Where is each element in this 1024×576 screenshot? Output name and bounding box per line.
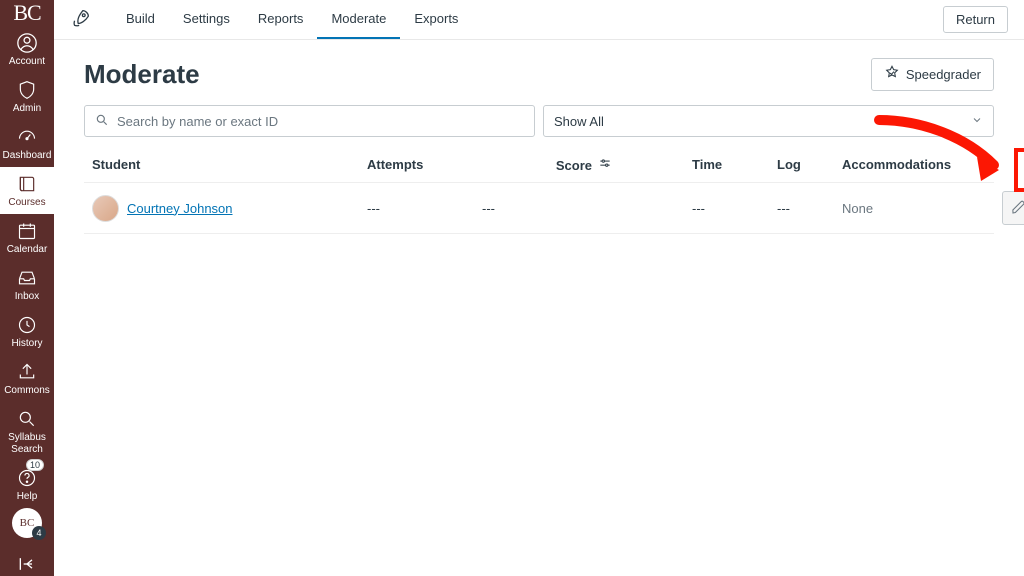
global-sidebar: BC Account Admin Dashboard Courses Calen…: [0, 0, 54, 576]
user-circle-icon: [15, 31, 39, 55]
chevron-down-icon: [971, 114, 983, 129]
sidebar-item-calendar[interactable]: Calendar: [0, 214, 54, 261]
edit-accommodations-button[interactable]: [1002, 191, 1024, 225]
tabs: Build Settings Reports Moderate Exports: [112, 0, 472, 39]
moderate-table: Student Attempts Score Time Log Accommod…: [84, 149, 994, 234]
sidebar-item-account[interactable]: Account: [0, 26, 54, 73]
rocket-icon[interactable]: [70, 7, 92, 32]
search-box[interactable]: [84, 105, 535, 137]
tab-reports[interactable]: Reports: [244, 0, 318, 39]
col-score[interactable]: Score: [482, 157, 612, 174]
sidebar-item-label: Calendar: [7, 244, 48, 256]
student-name-link[interactable]: Courtney Johnson: [127, 201, 233, 216]
col-time: Time: [692, 157, 777, 174]
accommodations-value: None: [842, 201, 1002, 216]
logo[interactable]: BC: [0, 0, 54, 26]
sidebar-item-label: History: [11, 338, 42, 350]
speedgrader-button[interactable]: Speedgrader: [871, 58, 994, 91]
sidebar-item-label: Help: [17, 491, 38, 503]
sidebar-item-courses[interactable]: Courses: [0, 167, 54, 214]
filter-dropdown[interactable]: Show All: [543, 105, 994, 137]
sidebar-item-label: Admin: [13, 103, 41, 115]
sidebar-item-label: SyllabusSearch: [8, 432, 46, 456]
tab-moderate[interactable]: Moderate: [317, 0, 400, 39]
tab-build[interactable]: Build: [112, 0, 169, 39]
search-icon: [15, 407, 39, 431]
student-avatar: [92, 195, 119, 222]
grader-icon: [884, 65, 900, 84]
sidebar-item-dashboard[interactable]: Dashboard: [0, 120, 54, 167]
clock-icon: [15, 313, 39, 337]
sidebar-item-label: Courses: [8, 197, 45, 209]
col-student: Student: [92, 157, 367, 174]
search-icon: [95, 113, 109, 130]
topbar: Build Settings Reports Moderate Exports …: [54, 0, 1024, 40]
gauge-icon: [15, 125, 39, 149]
col-accommodations: Accommodations: [842, 157, 1002, 174]
help-badge: 10: [26, 459, 44, 471]
settings-icon: [598, 157, 612, 174]
collapse-sidebar-button[interactable]: [17, 546, 37, 576]
page-title: Moderate: [84, 59, 200, 90]
return-button[interactable]: Return: [943, 6, 1008, 33]
sidebar-item-label: Account: [9, 56, 45, 68]
time-value: ---: [692, 201, 777, 216]
inbox-icon: [15, 266, 39, 290]
shield-icon: [15, 78, 39, 102]
sidebar-item-label: Inbox: [15, 291, 39, 303]
log-value: ---: [777, 201, 842, 216]
sidebar-item-help[interactable]: 10 Help: [0, 461, 54, 508]
search-input[interactable]: [117, 114, 524, 129]
table-row: Courtney Johnson --- --- --- --- None: [84, 182, 994, 234]
attempts-value: ---: [367, 201, 482, 216]
table-header: Student Attempts Score Time Log Accommod…: [84, 149, 994, 182]
sidebar-item-inbox[interactable]: Inbox: [0, 261, 54, 308]
tab-settings[interactable]: Settings: [169, 0, 244, 39]
calendar-icon: [15, 219, 39, 243]
sidebar-item-commons[interactable]: Commons: [0, 355, 54, 402]
share-icon: [15, 360, 39, 384]
col-attempts: Attempts: [367, 157, 482, 174]
sidebar-item-label: Dashboard: [3, 150, 52, 162]
book-icon: [15, 172, 39, 196]
sidebar-item-label: Commons: [4, 385, 50, 397]
pencil-icon: [1011, 199, 1024, 218]
profile-avatar[interactable]: BC 4: [12, 508, 42, 538]
sidebar-item-syllabus-search[interactable]: SyllabusSearch: [0, 402, 54, 461]
sidebar-item-admin[interactable]: Admin: [0, 73, 54, 120]
notification-badge: 4: [32, 526, 46, 540]
col-log: Log: [777, 157, 842, 174]
sidebar-item-history[interactable]: History: [0, 308, 54, 355]
tab-exports[interactable]: Exports: [400, 0, 472, 39]
score-value: ---: [482, 201, 612, 216]
